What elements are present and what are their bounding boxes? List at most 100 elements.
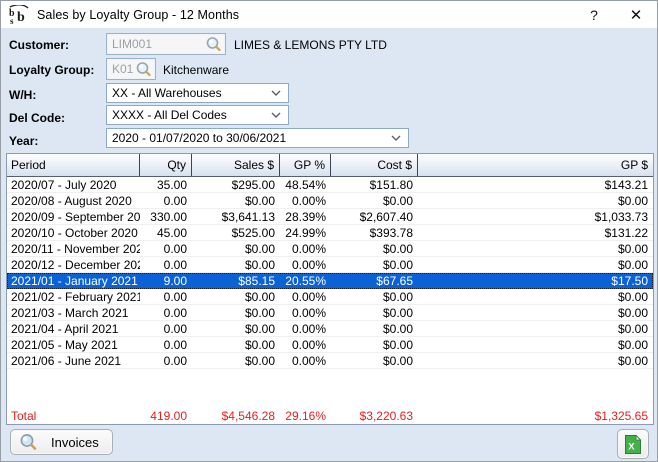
svg-text:X: X (628, 441, 635, 452)
year-label: Year: (9, 134, 38, 148)
table-row[interactable]: 2020/10 - October 202045.00$525.0024.99%… (7, 225, 653, 241)
search-icon (19, 433, 38, 452)
table-cell-cost: $2,607.40 (331, 209, 418, 224)
chevron-down-icon (271, 112, 281, 118)
table-cell-period: 2021/01 - January 2021 (7, 273, 140, 288)
table-cell-sales: $525.00 (192, 225, 280, 240)
table-cell-period: 2021/05 - May 2021 (7, 337, 140, 352)
table-total-row: Total 419.00 $4,546.28 29.16% $3,220.63 … (7, 408, 653, 424)
table-cell-qty: 0.00 (140, 193, 192, 208)
table-row-selected[interactable]: 2021/01 - January 20219.00$85.1520.55%$6… (7, 273, 653, 289)
table-body: 2020/07 - July 202035.00$295.0048.54%$15… (7, 177, 653, 408)
table-cell-cost: $393.78 (331, 225, 418, 240)
invoices-button[interactable]: Invoices (10, 429, 113, 455)
sales-table: Period Qty Sales $ GP % Cost $ GP $ 2020… (6, 153, 654, 425)
customer-name-text: LIMES & LEMONS PTY LTD (234, 38, 387, 52)
table-cell-cost: $0.00 (331, 321, 418, 336)
table-cell-period: 2021/02 - February 2021 (7, 289, 140, 304)
table-cell-sales: $0.00 (192, 305, 280, 320)
table-cell-gp: $143.21 (418, 177, 653, 192)
table-cell-qty: 0.00 (140, 353, 192, 368)
table-cell-sales: $85.15 (192, 273, 280, 288)
table-cell-cost: $0.00 (331, 257, 418, 272)
table-row[interactable]: 2020/07 - July 202035.00$295.0048.54%$15… (7, 177, 653, 193)
loyalty-group-name-text: Kitchenware (163, 63, 229, 77)
table-header-row: Period Qty Sales $ GP % Cost $ GP $ (7, 154, 653, 177)
table-cell-gp_pct: 28.39% (280, 209, 331, 224)
customer-code-field[interactable]: LIM001 (106, 33, 226, 55)
table-cell-gp: $0.00 (418, 321, 653, 336)
table-cell-gp_pct: 0.00% (280, 193, 331, 208)
year-select[interactable]: 2020 - 01/07/2020 to 30/06/2021 (106, 128, 409, 148)
table-cell-gp_pct: 0.00% (280, 337, 331, 352)
warehouse-select[interactable]: XX - All Warehouses (106, 83, 289, 103)
table-cell-qty: 45.00 (140, 225, 192, 240)
table-cell-gp: $0.00 (418, 257, 653, 272)
close-button[interactable]: ✕ (617, 1, 655, 28)
column-header-cost[interactable]: Cost $ (331, 154, 418, 176)
table-cell-qty: 0.00 (140, 305, 192, 320)
app-logo-icon: b s b (8, 5, 30, 25)
table-cell-gp: $131.22 (418, 225, 653, 240)
table-cell-gp_pct: 0.00% (280, 305, 331, 320)
table-cell-gp_pct: 0.00% (280, 289, 331, 304)
table-cell-gp_pct: 0.00% (280, 241, 331, 256)
table-cell-period: 2020/12 - December 2020 (7, 257, 140, 272)
table-cell-gp: $0.00 (418, 289, 653, 304)
table-cell-gp_pct: 48.54% (280, 177, 331, 192)
loyalty-group-code-value: K01 (112, 62, 133, 76)
table-cell-gp: $0.00 (418, 241, 653, 256)
del-code-selected-value: XXXX - All Del Codes (112, 108, 227, 122)
table-cell-cost: $0.00 (331, 305, 418, 320)
table-cell-period: 2020/09 - September 2020 (7, 209, 140, 224)
loyalty-group-code-field[interactable]: K01 (106, 58, 156, 80)
table-cell-sales: $0.00 (192, 353, 280, 368)
table-cell-period: 2021/03 - March 2021 (7, 305, 140, 320)
total-cost: $3,220.63 (331, 408, 418, 424)
invoices-button-label: Invoices (51, 435, 99, 450)
table-cell-sales: $0.00 (192, 241, 280, 256)
table-cell-sales: $3,641.13 (192, 209, 280, 224)
table-row[interactable]: 2020/08 - August 20200.00$0.000.00%$0.00… (7, 193, 653, 209)
table-cell-period: 2020/08 - August 2020 (7, 193, 140, 208)
table-row[interactable]: 2021/02 - February 20210.00$0.000.00%$0.… (7, 289, 653, 305)
customer-label: Customer: (9, 38, 69, 52)
help-button[interactable]: ? (575, 1, 613, 28)
table-row[interactable]: 2021/04 - April 20210.00$0.000.00%$0.00$… (7, 321, 653, 337)
column-header-gp-pct[interactable]: GP % (280, 154, 331, 176)
table-cell-cost: $0.00 (331, 289, 418, 304)
title-bar: b s b Sales by Loyalty Group - 12 Months… (1, 1, 657, 28)
table-cell-qty: 0.00 (140, 257, 192, 272)
total-sales: $4,546.28 (192, 408, 280, 424)
table-row[interactable]: 2021/05 - May 20210.00$0.000.00%$0.00$0.… (7, 337, 653, 353)
table-row[interactable]: 2021/03 - March 20210.00$0.000.00%$0.00$… (7, 305, 653, 321)
column-header-period[interactable]: Period (7, 154, 140, 176)
table-row[interactable]: 2020/12 - December 20200.00$0.000.00%$0.… (7, 257, 653, 273)
export-excel-button[interactable]: X (617, 429, 649, 459)
del-code-select[interactable]: XXXX - All Del Codes (106, 105, 289, 125)
loyalty-group-search-icon[interactable] (135, 61, 152, 78)
table-row[interactable]: 2021/06 - June 20210.00$0.000.00%$0.00$0… (7, 353, 653, 369)
table-cell-qty: 35.00 (140, 177, 192, 192)
table-cell-sales: $0.00 (192, 193, 280, 208)
table-cell-sales: $295.00 (192, 177, 280, 192)
table-cell-period: 2020/11 - November 2020 (7, 241, 140, 256)
svg-text:b: b (17, 10, 25, 25)
table-row[interactable]: 2020/09 - September 2020330.00$3,641.132… (7, 209, 653, 225)
year-selected-value: 2020 - 01/07/2020 to 30/06/2021 (112, 131, 286, 145)
customer-search-icon[interactable] (205, 36, 222, 53)
column-header-gp[interactable]: GP $ (418, 154, 653, 176)
warehouse-label: W/H: (9, 88, 36, 102)
total-gp: $1,325.65 (418, 408, 653, 424)
column-header-sales[interactable]: Sales $ (192, 154, 280, 176)
table-cell-gp_pct: 0.00% (280, 321, 331, 336)
table-cell-cost: $0.00 (331, 241, 418, 256)
column-header-qty[interactable]: Qty (140, 154, 192, 176)
table-cell-cost: $67.65 (331, 273, 418, 288)
table-cell-gp_pct: 0.00% (280, 257, 331, 272)
table-cell-gp_pct: 20.55% (280, 273, 331, 288)
table-cell-period: 2021/06 - June 2021 (7, 353, 140, 368)
table-cell-gp: $0.00 (418, 193, 653, 208)
table-row[interactable]: 2020/11 - November 20200.00$0.000.00%$0.… (7, 241, 653, 257)
total-gp-pct: 29.16% (280, 408, 331, 424)
